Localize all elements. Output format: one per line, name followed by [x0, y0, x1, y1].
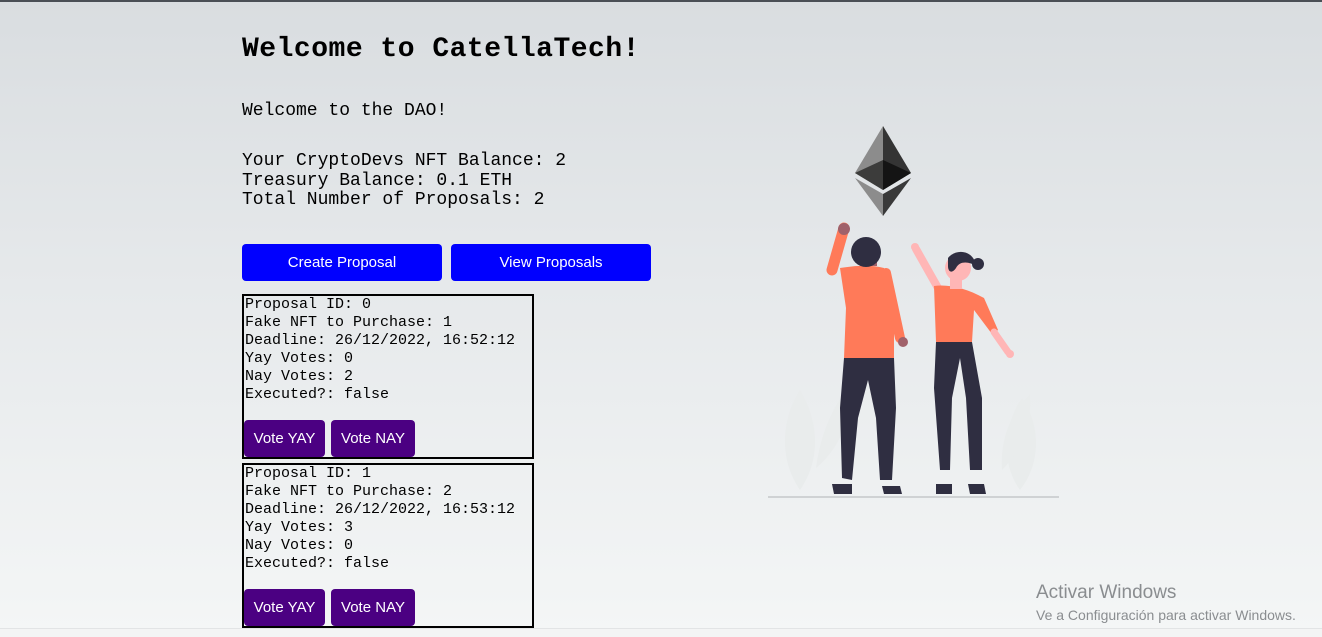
proposal-yay-votes: Yay Votes: 3: [245, 519, 354, 536]
watermark-subtitle: Ve a Configuración para activar Windows.: [1036, 607, 1296, 623]
vote-yay-button[interactable]: Vote YAY: [244, 589, 325, 626]
watermark-title: Activar Windows: [1036, 582, 1177, 603]
proposal-deadline: Deadline: 26/12/2022, 16:53:12: [245, 501, 516, 518]
vote-nay-button[interactable]: Vote NAY: [331, 589, 415, 626]
page-title: Welcome to CatellaTech!: [242, 34, 640, 65]
proposal-nay-votes: Nay Votes: 0: [245, 537, 354, 554]
treasury-balance: Treasury Balance: 0.1 ETH: [242, 170, 513, 191]
foliage-decoration: [784, 388, 1036, 490]
nft-balance: Your CryptoDevs NFT Balance: 2: [242, 151, 567, 171]
man-figure: [826, 222, 908, 494]
total-proposals: Total Number of Proposals: 2: [242, 190, 545, 210]
ethereum-logo-icon: [855, 126, 911, 216]
proposal-id: Proposal ID: 0: [245, 296, 372, 313]
vote-yay-button[interactable]: Vote YAY: [244, 420, 325, 457]
proposal-deadline: Deadline: 26/12/2022, 16:52:12: [245, 332, 516, 349]
proposal-id: Proposal ID: 1: [245, 465, 372, 482]
proposal-card-1: Proposal ID: 1 Fake NFT to Purchase: 2 D…: [242, 463, 534, 628]
proposal-card-0: Proposal ID: 0 Fake NFT to Purchase: 1 D…: [242, 294, 534, 459]
proposal-executed: Executed?: false: [245, 386, 390, 403]
vote-nay-button[interactable]: Vote NAY: [331, 420, 415, 457]
woman-figure: [911, 243, 1014, 494]
proposal-nft: Fake NFT to Purchase: 2: [245, 483, 453, 500]
proposal-executed: Executed?: false: [245, 555, 390, 572]
proposal-nay-votes: Nay Votes: 2: [245, 368, 354, 385]
window-top-border: [0, 0, 1322, 2]
welcome-message: Welcome to the DAO!: [242, 101, 448, 121]
proposal-yay-votes: Yay Votes: 0: [245, 350, 354, 367]
dao-stats: Your CryptoDevs NFT Balance: 2 Treasury …: [242, 151, 567, 211]
celebrating-people-illustration: [768, 126, 1059, 498]
proposal-nft: Fake NFT to Purchase: 1: [245, 314, 453, 331]
windows-activation-watermark: Activar Windows Ve a Configuración para …: [1036, 582, 1296, 625]
create-proposal-button[interactable]: Create Proposal: [242, 244, 442, 281]
view-proposals-button[interactable]: View Proposals: [451, 244, 651, 281]
window-bottom-bar: [0, 628, 1322, 637]
